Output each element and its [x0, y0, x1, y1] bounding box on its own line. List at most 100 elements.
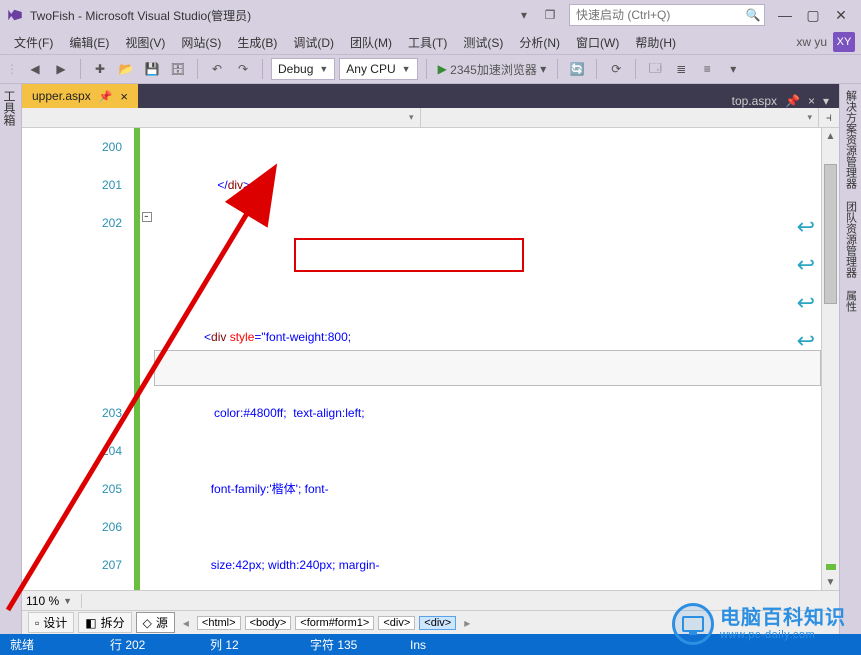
scroll-down-icon[interactable]: ▼ — [822, 574, 839, 590]
breadcrumb-item[interactable]: <form#form1> — [295, 616, 374, 630]
uncomment-button[interactable]: ≡ — [696, 58, 718, 80]
menu-build[interactable]: 生成(B) — [229, 31, 285, 54]
nav-back-button[interactable]: ◀ — [24, 58, 46, 80]
editor-wrap: upper.aspx 📌 × top.aspx 📌 × ▾ ▾ ▾ ⫞ 200 … — [22, 84, 839, 634]
view-design-button[interactable]: ▫设计 — [28, 612, 74, 633]
search-icon[interactable]: 🔍 — [742, 8, 764, 22]
toolbox-rail[interactable]: 工具箱 — [0, 84, 22, 634]
breadcrumb-prev[interactable]: ◂ — [179, 616, 193, 630]
close-button[interactable]: ✕ — [827, 4, 855, 26]
feedback-icon[interactable]: ❐ — [539, 4, 561, 26]
scroll-track[interactable] — [822, 144, 839, 574]
scroll-marker — [826, 564, 836, 570]
zoom-combo[interactable]: 110 %▼ — [22, 594, 82, 608]
status-char: 字符 135 — [310, 636, 380, 653]
scroll-thumb[interactable] — [824, 164, 837, 304]
quick-launch-input[interactable] — [570, 8, 742, 22]
line-number: 203 — [22, 394, 122, 432]
nav-scope-combo[interactable]: ▾ — [22, 108, 421, 127]
refresh-button[interactable]: ⟳ — [605, 58, 627, 80]
tab-top-aspx[interactable]: top.aspx 📌 × ▾ — [722, 94, 839, 108]
redo-button[interactable]: ↷ — [232, 58, 254, 80]
view-label: 源 — [156, 614, 168, 631]
solution-config-combo[interactable]: Debug▼ — [271, 58, 335, 80]
status-bar: 就绪 行 202 列 12 字符 135 Ins — [0, 634, 861, 655]
menu-view[interactable]: 视图(V) — [117, 31, 173, 54]
menu-file[interactable]: 文件(F) — [6, 31, 61, 54]
menu-edit[interactable]: 编辑(E) — [61, 31, 117, 54]
team-explorer-tab[interactable]: 团队资源管理器 — [843, 201, 859, 278]
code-editor[interactable]: 200 201 202 203 204 205 206 207 208 </di… — [22, 128, 839, 590]
title-bar: TwoFish - Microsoft Visual Studio(管理员) ▾… — [0, 0, 861, 30]
new-project-button[interactable]: ✚ — [89, 58, 111, 80]
breadcrumb-next[interactable]: ▸ — [460, 616, 474, 630]
solution-explorer-tab[interactable]: 解决方案资源管理器 — [843, 90, 859, 189]
breadcrumb-item[interactable]: <body> — [245, 616, 292, 630]
line-number: 204 — [22, 432, 122, 470]
menu-analyze[interactable]: 分析(N) — [511, 31, 568, 54]
view-label: 拆分 — [101, 614, 125, 631]
run-target-label: 2345加速浏览器 — [450, 61, 537, 78]
maximize-button[interactable]: ▢ — [799, 4, 827, 26]
save-button[interactable]: 💾 — [141, 58, 163, 80]
design-icon: ▫ — [35, 616, 39, 630]
notifications-icon[interactable]: ▾ — [513, 4, 535, 26]
quick-launch[interactable]: 🔍 — [569, 4, 765, 26]
comment-button[interactable]: ≣ — [670, 58, 692, 80]
source-icon: ◇ — [143, 616, 152, 630]
view-source-button[interactable]: ◇源 — [136, 612, 175, 633]
undo-button[interactable]: ↶ — [206, 58, 228, 80]
overflow-button[interactable]: ▾ — [722, 58, 744, 80]
toolbox-label: 工具箱 — [2, 90, 16, 126]
standard-toolbar: ⋮ ◀ ▶ ✚ 📂 💾 🗄 ↶ ↷ Debug▼ Any CPU▼ ▶ 2345… — [0, 54, 861, 84]
breadcrumb-item[interactable]: <div> — [378, 616, 415, 630]
menu-window[interactable]: 窗口(W) — [568, 31, 627, 54]
menu-website[interactable]: 网站(S) — [173, 31, 229, 54]
code-body[interactable]: </div> <div style="font-weight:800; colo… — [154, 128, 821, 590]
line-number-gutter: 200 201 202 203 204 205 206 207 208 — [22, 128, 132, 590]
user-avatar[interactable]: XY — [833, 32, 855, 52]
scroll-up-icon[interactable]: ▲ — [822, 128, 839, 144]
line-number: 206 — [22, 508, 122, 546]
pin-icon[interactable]: 📌 — [99, 90, 113, 103]
nav-fwd-button[interactable]: ▶ — [50, 58, 72, 80]
combo-label: Any CPU — [346, 62, 395, 76]
nav-element-combo[interactable]: ▾ — [421, 108, 820, 127]
view-split-button[interactable]: ◧拆分 — [78, 612, 131, 633]
vertical-scrollbar[interactable]: ▲ ▼ — [821, 128, 839, 590]
change-marker — [134, 128, 140, 590]
right-rail: 解决方案资源管理器 团队资源管理器 属性 — [839, 84, 861, 634]
pin-icon[interactable]: 📌 — [785, 94, 800, 108]
close-icon[interactable]: × — [120, 89, 128, 104]
line-number: 200 — [22, 128, 122, 166]
minimize-button[interactable]: — — [771, 4, 799, 26]
find-in-files-button[interactable]: 🗔 — [644, 58, 666, 80]
line-number: 207 — [22, 546, 122, 584]
combo-label: Debug — [278, 62, 313, 76]
menu-help[interactable]: 帮助(H) — [627, 31, 684, 54]
breadcrumb-item[interactable]: <div> — [419, 616, 456, 630]
platform-combo[interactable]: Any CPU▼ — [339, 58, 417, 80]
zoom-row: 110 %▼ — [22, 590, 839, 610]
navigation-bar: ▾ ▾ ⫞ — [22, 108, 839, 128]
menu-tools[interactable]: 工具(T) — [400, 31, 455, 54]
split-editor-button[interactable]: ⫞ — [819, 108, 839, 127]
signed-in-user[interactable]: xw yu — [796, 35, 827, 49]
wrap-arrow-icon: ↩ — [797, 246, 815, 284]
browser-link-button[interactable]: 🔄 — [566, 58, 588, 80]
menu-bar: 文件(F) 编辑(E) 视图(V) 网站(S) 生成(B) 调试(D) 团队(M… — [0, 30, 861, 54]
tab-overflow-icon[interactable]: ▾ — [823, 94, 829, 108]
outline-toggle[interactable] — [142, 212, 152, 222]
menu-test[interactable]: 测试(S) — [455, 31, 511, 54]
window-title: TwoFish - Microsoft Visual Studio(管理员) — [30, 7, 251, 24]
menu-debug[interactable]: 调试(D) — [285, 31, 342, 54]
open-file-button[interactable]: 📂 — [115, 58, 137, 80]
work-area: 工具箱 upper.aspx 📌 × top.aspx 📌 × ▾ ▾ ▾ ⫞ — [0, 84, 861, 634]
breadcrumb-item[interactable]: <html> — [197, 616, 241, 630]
start-debug-button[interactable]: ▶ 2345加速浏览器 ▾ — [435, 58, 550, 80]
properties-tab[interactable]: 属性 — [843, 290, 859, 312]
save-all-button[interactable]: 🗄 — [167, 58, 189, 80]
tab-upper-aspx[interactable]: upper.aspx 📌 × — [22, 84, 138, 108]
menu-team[interactable]: 团队(M) — [342, 31, 400, 54]
close-icon[interactable]: × — [808, 94, 815, 108]
